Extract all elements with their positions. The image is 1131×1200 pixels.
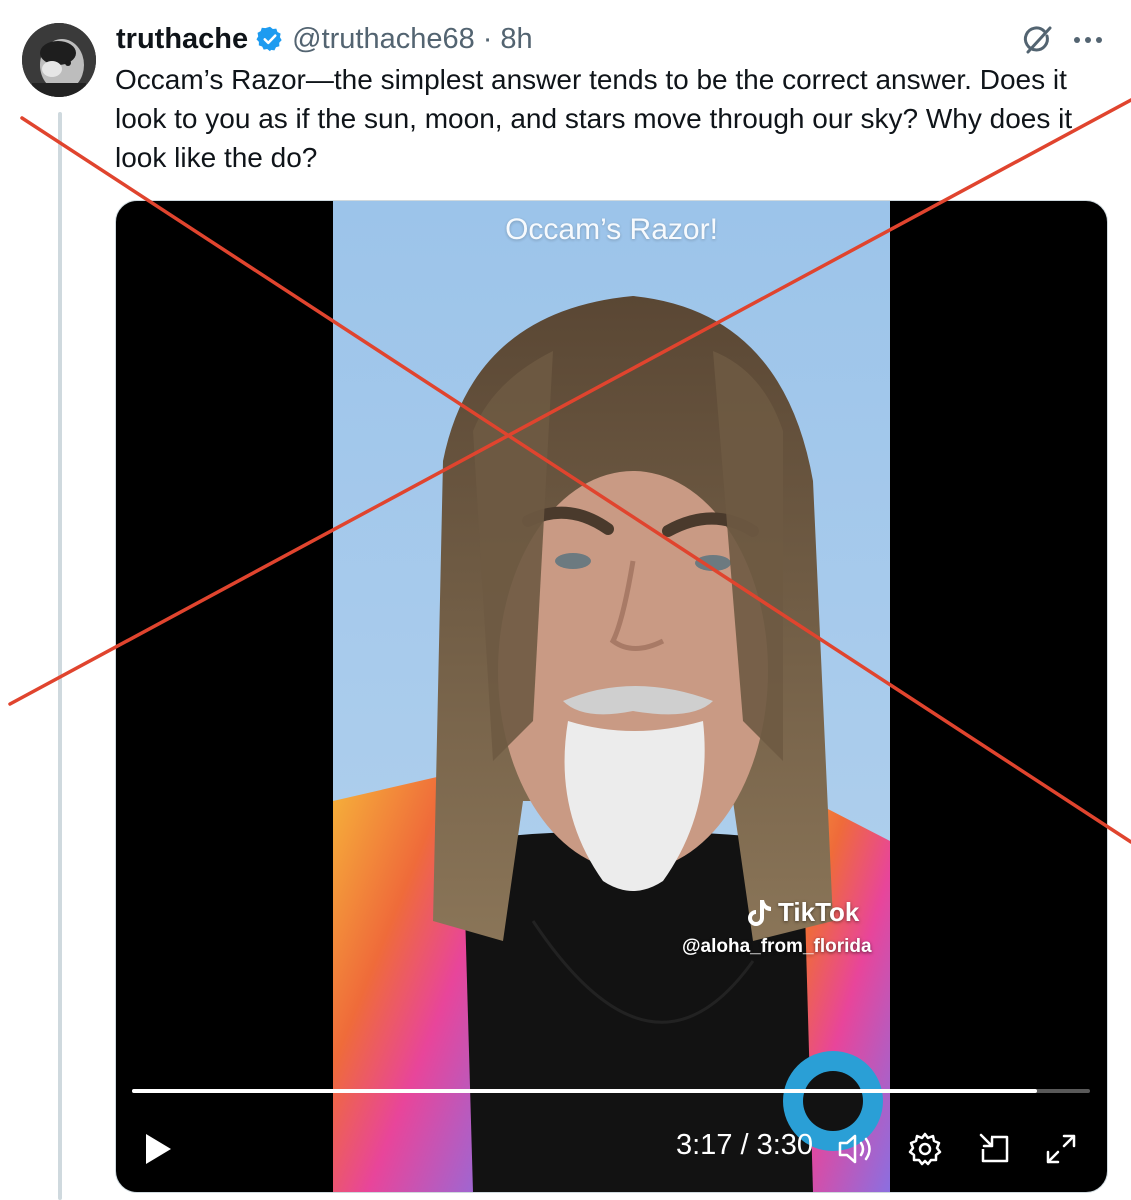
more-icon[interactable] [1068, 22, 1108, 58]
tiktok-username: @aloha_from_florida [682, 936, 872, 957]
fullscreen-icon[interactable] [1038, 1119, 1084, 1179]
tiktok-brand-label: TikTok [778, 897, 860, 927]
play-icon[interactable] [138, 1119, 178, 1179]
grok-icon[interactable] [1020, 22, 1056, 58]
time-display: 3:17 / 3:30 [676, 1129, 814, 1161]
progress-fill [132, 1089, 1038, 1093]
avatar[interactable] [22, 23, 96, 97]
video-overlay-title: Occam’s Razor! [505, 213, 718, 246]
pip-icon[interactable] [972, 1119, 1018, 1179]
video-controls: 3:17 / 3:30 [116, 1119, 1107, 1179]
tiktok-watermark: TikTok [746, 897, 859, 928]
display-name[interactable]: truthache [116, 23, 248, 56]
volume-icon[interactable] [834, 1119, 880, 1179]
verified-badge-icon [256, 25, 284, 53]
video-frame: Occam’s Razor! [333, 201, 890, 1192]
progress-bar[interactable] [132, 1089, 1090, 1093]
thread-line [58, 112, 62, 1200]
video-player[interactable]: Occam’s Razor! TikTok @aloha_from_florid… [115, 200, 1108, 1193]
tweet-header: truthache @truthache68 · 8h [116, 18, 533, 60]
separator-dot: · [482, 22, 493, 55]
settings-icon[interactable] [902, 1119, 948, 1179]
tiktok-logo-icon [748, 899, 771, 926]
handle[interactable]: @truthache68 [292, 23, 475, 56]
tweet-text: Occam’s Razor—the simplest answer tends … [115, 64, 1073, 173]
timestamp[interactable]: 8h [500, 23, 532, 56]
